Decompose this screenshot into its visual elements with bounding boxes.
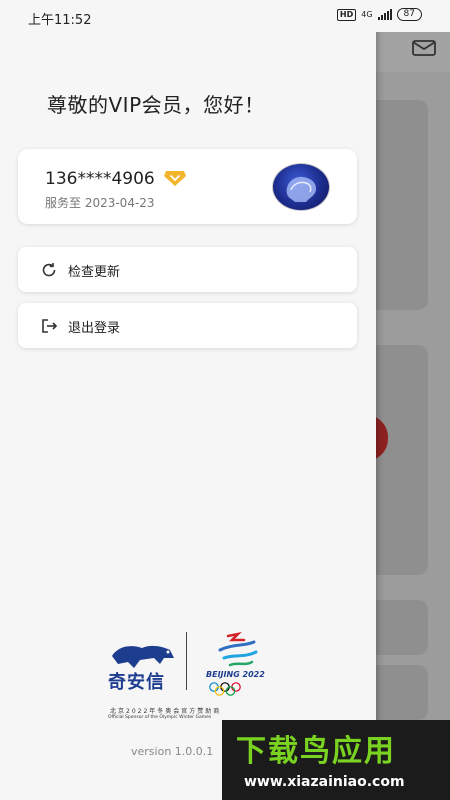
greeting-title: 尊敬的VIP会员，您好！ (47, 93, 265, 117)
app-version: version 1.0.0.1 (131, 745, 214, 758)
vip-diamond-icon (164, 171, 186, 186)
sponsor-brand: 奇安信 (108, 672, 165, 693)
status-indicators: HD 4G 87 (336, 8, 422, 21)
status-time: 上午11:52 (28, 13, 92, 28)
check-update-button[interactable]: 检查更新 (18, 247, 357, 292)
watermark-title: 下载鸟应用 (236, 734, 396, 769)
qianxin-leopard-logo (112, 645, 174, 668)
mail-icon[interactable] (412, 40, 436, 56)
status-bar: 上午11:52 HD 4G 87 (0, 0, 450, 32)
olympic-rings-icon (209, 682, 241, 696)
hd-badge: HD (336, 8, 357, 21)
sponsor-cn-text: 北京2022年冬奥会官方赞助商 (110, 708, 222, 715)
network-type: 4G (361, 9, 373, 19)
account-phone: 136****4906 (45, 169, 155, 189)
signal-icon (377, 9, 392, 20)
logout-icon (42, 319, 58, 333)
sponsor-logo: 奇安信 BEIJING 2022 北京2022年冬奥会官方赞助商 Officia… (108, 630, 278, 720)
check-update-label: 检查更新 (68, 265, 121, 280)
account-card[interactable]: 136****4906 服务至 2023-04-23 (18, 149, 357, 224)
refresh-icon (42, 263, 56, 277)
watermark: 下载鸟应用 www.xiazainiao.com (222, 720, 450, 800)
avatar-image (286, 176, 317, 202)
sponsor-divider (186, 632, 187, 690)
logout-label: 退出登录 (68, 321, 121, 336)
beijing-2022-emblem (218, 632, 258, 667)
service-expiry: 服务至 2023-04-23 (45, 196, 155, 210)
side-drawer: 尊敬的VIP会员，您好！ 136****4906 服务至 2023-04-23 … (0, 0, 376, 800)
avatar[interactable] (272, 163, 330, 211)
sponsor-en-text: Official Sponsor of the Olympic Winter G… (108, 715, 212, 720)
games-logo-text: BEIJING 2022 (206, 670, 265, 679)
battery-indicator: 87 (396, 8, 422, 21)
logout-button[interactable]: 退出登录 (18, 303, 357, 348)
watermark-url: www.xiazainiao.com (244, 774, 405, 790)
